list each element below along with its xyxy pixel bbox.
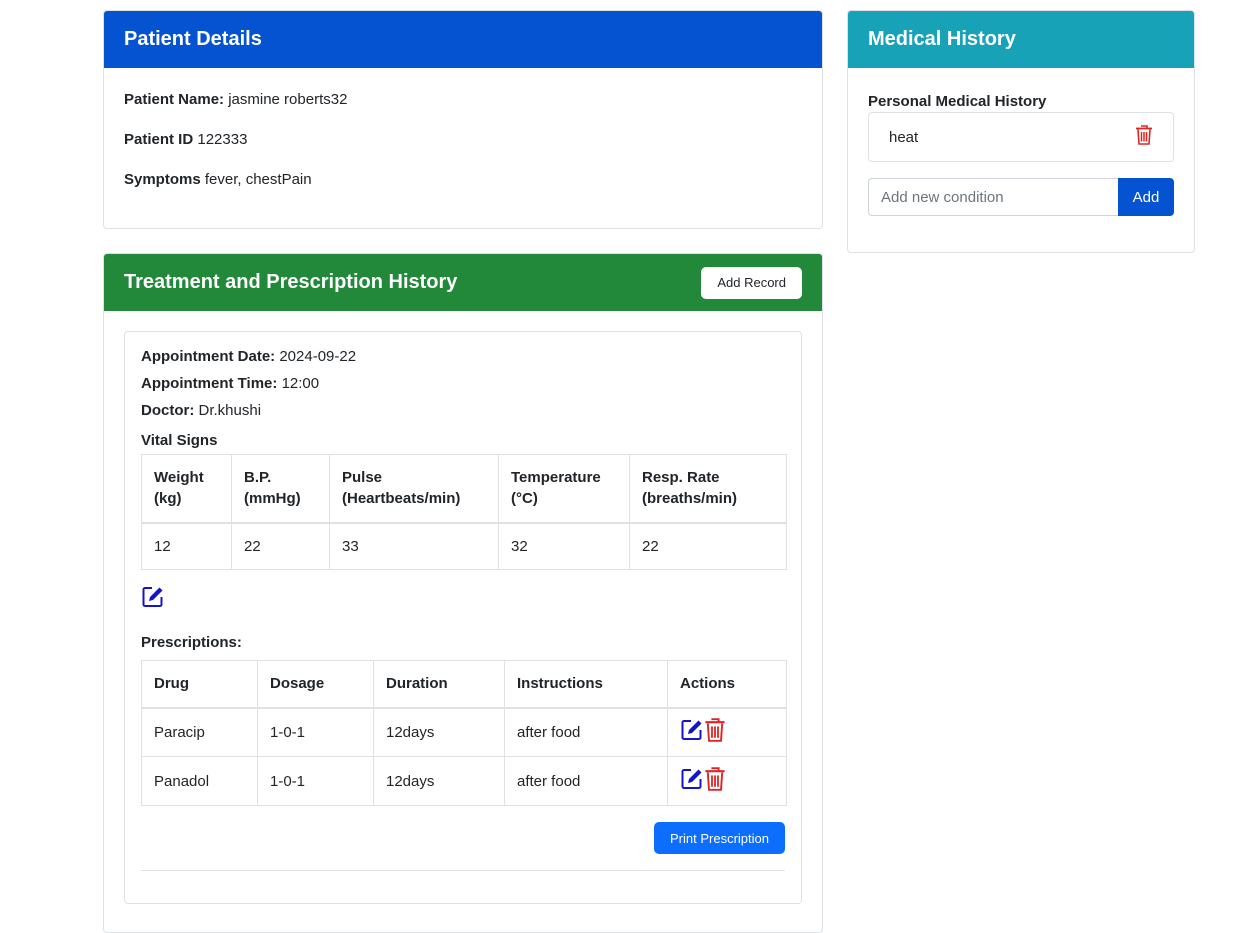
duration-cell: 12days (373, 756, 505, 806)
vitals-header-row: Weight (kg) B.P. (mmHg) Pulse (Heartbeats/m… (141, 454, 787, 523)
table-row: Panadol 1-0-1 12days after food (141, 756, 787, 806)
edit-icon[interactable] (680, 767, 704, 795)
drug-cell: Paracip (141, 707, 258, 757)
symptoms-value: fever, chestPain (204, 171, 312, 188)
record-divider (141, 870, 785, 871)
treatment-history-card: Treatment and Prescription History Add R… (103, 253, 823, 933)
patient-name-row: Patient Name: jasmine roberts32 (124, 91, 347, 108)
prescriptions-table: Drug Dosage Duration Instructions Action… (141, 660, 787, 806)
actions-cell (667, 756, 787, 806)
doctor-value: Dr.khushi (198, 402, 262, 419)
vitals-weight-value: 12 (141, 522, 232, 570)
vitals-header-temperature: Temperature (°C) (498, 454, 630, 523)
header-duration: Duration (373, 660, 505, 708)
actions-cell (667, 707, 787, 757)
appointment-date-label: Appointment Date: (141, 348, 276, 365)
header-actions: Actions (667, 660, 787, 708)
header-dosage: Dosage (257, 660, 374, 708)
medical-history-header: Medical History (848, 11, 1194, 68)
table-row: Paracip 1-0-1 12days after food (141, 707, 787, 757)
vitals-header-pulse: Pulse (Heartbeats/min) (329, 454, 499, 523)
instructions-cell: after food (504, 756, 668, 806)
trash-icon[interactable] (704, 767, 726, 795)
appointment-time-value: 12:00 (281, 375, 320, 392)
drug-cell: Panadol (141, 756, 258, 806)
edit-icon[interactable] (680, 718, 704, 746)
vitals-header-bp: B.P. (mmHg) (231, 454, 330, 523)
add-condition-button[interactable]: Add (1118, 178, 1174, 216)
patient-id-label: Patient ID (124, 131, 194, 148)
patient-id-row: Patient ID 122333 (124, 131, 247, 148)
patient-name-value: jasmine roberts32 (228, 91, 348, 108)
edit-vitals-icon[interactable] (141, 585, 165, 614)
new-condition-input[interactable] (868, 178, 1118, 216)
duration-cell: 12days (373, 707, 505, 757)
patient-details-header: Patient Details (104, 11, 822, 68)
vitals-pulse-value: 33 (329, 522, 499, 570)
prescriptions-header-row: Drug Dosage Duration Instructions Action… (141, 660, 787, 708)
history-item-text: heat (889, 128, 919, 146)
medical-history-card: Medical History Personal Medical History… (847, 10, 1195, 253)
vital-signs-table: Weight (kg) B.P. (mmHg) Pulse (Heartbeats/m… (141, 454, 787, 570)
appointment-time-label: Appointment Time: (141, 375, 278, 392)
add-record-button[interactable]: Add Record (701, 266, 802, 299)
header-instructions: Instructions (504, 660, 668, 708)
trash-icon[interactable] (1135, 125, 1153, 149)
personal-history-label: Personal Medical History (868, 93, 1047, 110)
vitals-header-resp-rate: Resp. Rate (breaths/min) (629, 454, 787, 523)
appointment-date-row: Appointment Date: 2024-09-22 (141, 348, 356, 365)
patient-details-card: Patient Details Patient Name: jasmine ro… (103, 10, 823, 229)
add-condition-group: Add (868, 178, 1174, 216)
history-list-item: heat (868, 112, 1174, 162)
vitals-resp-rate-value: 22 (629, 522, 787, 570)
symptoms-row: Symptoms fever, chestPain (124, 171, 312, 188)
header-drug: Drug (141, 660, 258, 708)
vitals-bp-value: 22 (231, 522, 330, 570)
instructions-cell: after food (504, 707, 668, 757)
vital-signs-heading: Vital Signs (141, 432, 218, 449)
patient-name-label: Patient Name: (124, 91, 225, 108)
treatment-history-header: Treatment and Prescription History Add R… (104, 254, 822, 311)
symptoms-label: Symptoms (124, 171, 201, 188)
print-prescription-button[interactable]: Print Prescription (654, 822, 785, 854)
vitals-value-row: 12 22 33 32 22 (141, 522, 787, 570)
dosage-cell: 1-0-1 (257, 756, 374, 806)
trash-icon[interactable] (704, 718, 726, 746)
appointment-time-row: Appointment Time: 12:00 (141, 375, 319, 392)
patient-id-value: 122333 (197, 131, 248, 148)
appointment-record: Appointment Date: 2024-09-22 Appointment… (124, 331, 802, 904)
appointment-date-value: 2024-09-22 (279, 348, 357, 365)
doctor-label: Doctor: (141, 402, 195, 419)
vitals-temperature-value: 32 (498, 522, 630, 570)
prescriptions-heading: Prescriptions: (141, 634, 242, 651)
doctor-row: Doctor: Dr.khushi (141, 402, 261, 419)
vitals-header-weight: Weight (kg) (141, 454, 232, 523)
treatment-history-title: Treatment and Prescription History (124, 271, 458, 293)
dosage-cell: 1-0-1 (257, 707, 374, 757)
